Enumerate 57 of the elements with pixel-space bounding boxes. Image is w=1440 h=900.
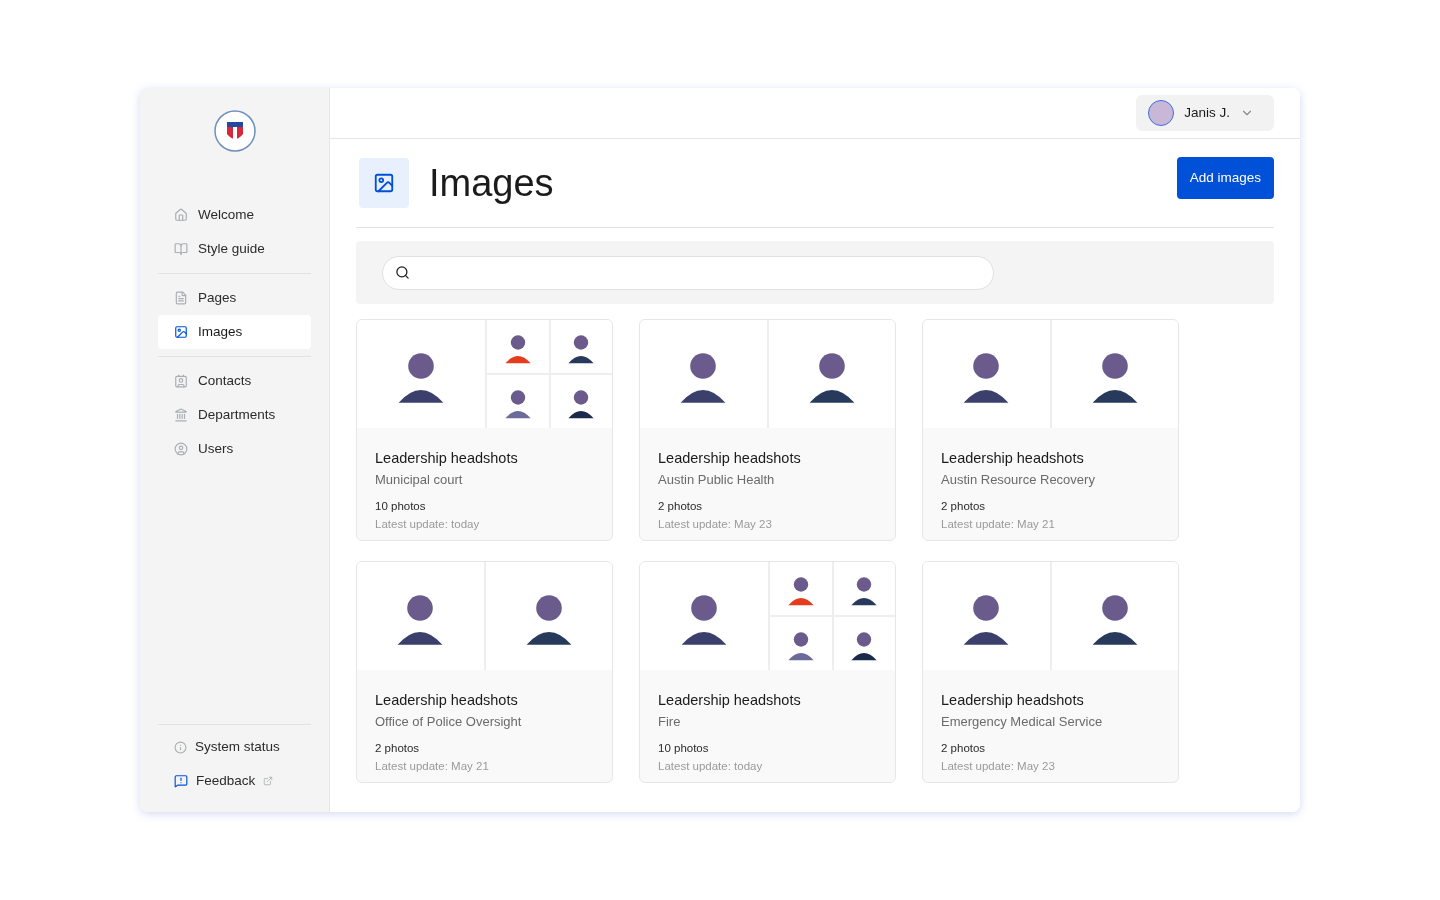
department-name: Austin Public Health xyxy=(658,470,776,489)
photo-count: 10 photos xyxy=(375,499,427,515)
department-name: Office of Police Oversight xyxy=(375,712,523,731)
album-title: Leadership headshots xyxy=(941,449,1085,468)
sidebar-item[interactable]: Images xyxy=(158,315,311,349)
sidebar-item[interactable]: Departments xyxy=(158,398,311,432)
user-circle-icon xyxy=(174,442,188,456)
sidebar-item[interactable]: Users xyxy=(158,432,311,466)
city-seal-logo xyxy=(213,110,256,152)
latest-update: Latest update: May 23 xyxy=(658,516,773,532)
user-avatar xyxy=(1148,100,1175,126)
album-title: Leadership headshots xyxy=(375,449,519,468)
latest-update: Latest update: May 21 xyxy=(941,516,1056,532)
department-name: Municipal court xyxy=(375,470,464,489)
sidebar-item[interactable]: System status xyxy=(158,730,311,764)
album-card[interactable]: Leadership headshots Municipal court 10 photos Latest update: today xyxy=(356,319,613,541)
document-icon xyxy=(174,291,188,305)
sidebar-item[interactable]: Contacts xyxy=(158,364,311,398)
search-field[interactable] xyxy=(382,255,994,290)
bank-building-icon xyxy=(174,408,188,422)
album-card[interactable]: Leadership headshots Austin Resource Recovery 2 photos Latest update: May 21 xyxy=(922,319,1179,541)
album-card[interactable]: Leadership headshots Austin Public Health 2 photos Latest update: May 23 xyxy=(639,319,896,541)
album-title: Leadership headshots xyxy=(375,691,519,710)
latest-update: Latest update: today xyxy=(658,758,764,774)
chat-alert-icon xyxy=(174,774,188,788)
sidebar-item[interactable]: Welcome xyxy=(158,198,311,232)
department-name: Austin Resource Recovery xyxy=(941,470,1096,489)
image-icon xyxy=(373,172,395,194)
add-images-button[interactable]: Add images xyxy=(1176,157,1274,199)
info-icon xyxy=(174,740,187,754)
home-icon xyxy=(174,208,188,222)
search-icon xyxy=(395,265,410,280)
department-name: Emergency Medical Service xyxy=(941,712,1104,731)
photo-count: 2 photos xyxy=(941,741,987,757)
image-icon xyxy=(174,325,188,339)
photo-count: 10 photos xyxy=(658,741,710,757)
photo-count: 2 photos xyxy=(941,499,987,515)
sidebar-item[interactable]: Style guide xyxy=(158,232,311,266)
latest-update: Latest update: today xyxy=(375,516,481,532)
sidebar-item[interactable]: Feedback xyxy=(158,764,311,798)
album-card[interactable]: Leadership headshots Fire 10 photos Latest update: today xyxy=(639,561,896,783)
page-title: Images xyxy=(429,164,554,202)
photo-count: 2 photos xyxy=(658,499,704,515)
contact-card-icon xyxy=(174,374,188,388)
sidebar-item[interactable]: Pages xyxy=(158,281,311,315)
latest-update: Latest update: May 23 xyxy=(941,758,1056,774)
album-title: Leadership headshots xyxy=(658,691,802,710)
photo-count: 2 photos xyxy=(375,741,421,757)
album-title: Leadership headshots xyxy=(941,691,1085,710)
album-card[interactable]: Leadership headshots Office of Police Oversight 2 photos Latest update: May 21 xyxy=(356,561,613,783)
user-menu-button[interactable]: Janis J. xyxy=(1136,95,1274,131)
department-name: Fire xyxy=(658,712,682,731)
external-link-icon xyxy=(263,776,274,786)
book-icon xyxy=(174,242,188,256)
album-title: Leadership headshots xyxy=(658,449,802,468)
album-card[interactable]: Leadership headshots Emergency Medical Service 2 photos Latest update: May 23 xyxy=(922,561,1179,783)
latest-update: Latest update: May 21 xyxy=(375,758,490,774)
